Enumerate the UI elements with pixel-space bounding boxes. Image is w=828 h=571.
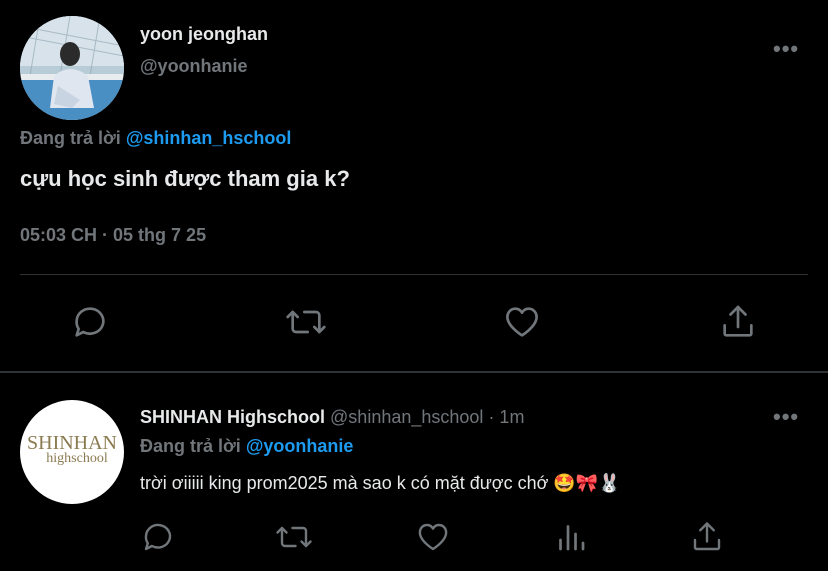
reply-retweet-button[interactable] <box>274 519 314 555</box>
more-options-button[interactable]: ••• <box>773 36 799 62</box>
more-horizontal-icon: ••• <box>773 36 800 61</box>
like-button[interactable] <box>502 302 542 342</box>
reply-header: SHINHAN Highschool @shinhan_hschool · 1m <box>140 407 524 428</box>
reply-icon <box>144 523 172 551</box>
timestamp[interactable]: 05:03 CH · 05 thg 7 25 <box>20 225 206 246</box>
reply-share-button[interactable] <box>689 519 725 555</box>
reply-context: Đang trả lời @yoonhanie <box>140 436 353 457</box>
reply-text: trời ơiiiii king prom2025 mà sao k có mặ… <box>140 473 621 493</box>
retweet-icon <box>286 310 326 334</box>
reply-prefix: Đang trả lời <box>140 436 241 456</box>
reply-to-link[interactable]: @yoonhanie <box>246 436 354 456</box>
avatar[interactable] <box>20 16 124 120</box>
heart-icon <box>506 307 538 337</box>
reply-reply-button[interactable] <box>140 519 176 555</box>
reply-context: Đang trả lời @shinhan_hschool <box>20 128 291 149</box>
avatar-logo: SHINHAN highschool <box>20 400 124 466</box>
reply-button[interactable] <box>70 302 110 342</box>
analytics-icon <box>559 525 585 551</box>
reply-prefix: Đang trả lời <box>20 128 121 148</box>
divider <box>20 274 808 275</box>
logo-line-2: highschool <box>46 451 108 466</box>
retweet-icon <box>276 526 312 548</box>
tweet-text: cựu học sinh được tham gia k? <box>20 166 350 191</box>
logo-line-1: SHINHAN <box>27 432 117 454</box>
avatar-photo <box>20 16 124 120</box>
section-divider <box>0 371 828 373</box>
reply-icon <box>75 307 105 337</box>
retweet-button[interactable] <box>284 302 328 342</box>
handle[interactable]: @yoonhanie <box>140 56 248 77</box>
heart-icon <box>418 523 448 551</box>
share-button[interactable] <box>718 302 758 342</box>
reply-display-name[interactable]: SHINHAN Highschool <box>140 407 325 427</box>
share-icon <box>723 305 753 337</box>
more-horizontal-icon: ••• <box>773 404 800 429</box>
share-icon <box>693 522 721 551</box>
reply-like-button[interactable] <box>415 519 451 555</box>
reply-analytics-button[interactable] <box>553 519 589 555</box>
reply-handle[interactable]: @shinhan_hschool <box>330 407 483 427</box>
display-name[interactable]: yoon jeonghan <box>140 24 268 45</box>
reply-to-link[interactable]: @shinhan_hschool <box>126 128 292 148</box>
reply-time[interactable]: · 1m <box>488 407 524 427</box>
reply-avatar[interactable]: SHINHAN highschool <box>20 400 124 504</box>
reply-more-options-button[interactable]: ••• <box>773 404 799 430</box>
